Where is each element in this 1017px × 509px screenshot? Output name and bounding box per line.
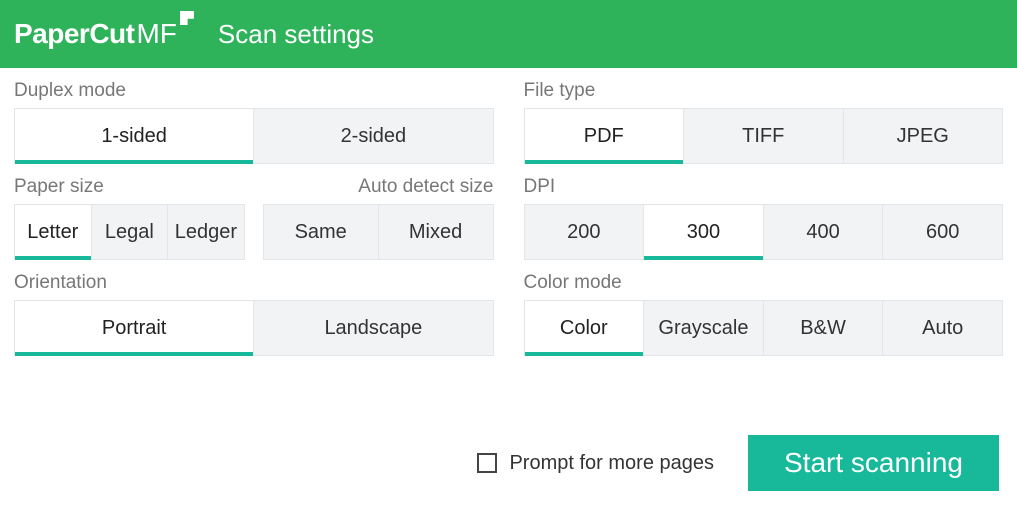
orientation-option-landscape[interactable]: Landscape xyxy=(254,300,493,356)
left-column: Duplex mode 1-sided 2-sided Paper size A… xyxy=(14,80,494,356)
papersize-label: Paper size xyxy=(14,176,104,198)
duplex-option-1sided[interactable]: 1-sided xyxy=(14,108,254,164)
filetype-option-pdf[interactable]: PDF xyxy=(524,108,685,164)
colormode-option-color[interactable]: Color xyxy=(524,300,645,356)
papersize-option-letter[interactable]: Letter xyxy=(14,204,92,260)
dpi-label: DPI xyxy=(524,176,556,198)
settings-content: Duplex mode 1-sided 2-sided Paper size A… xyxy=(0,68,1017,356)
logo-text-mf: MF xyxy=(136,18,176,50)
colormode-options: Color Grayscale B&W Auto xyxy=(524,300,1004,356)
duplex-label: Duplex mode xyxy=(14,80,126,102)
dpi-options: 200 300 400 600 xyxy=(524,204,1004,260)
prompt-more-pages-label: Prompt for more pages xyxy=(509,452,714,475)
duplex-group: Duplex mode 1-sided 2-sided xyxy=(14,80,494,164)
autodetect-option-same[interactable]: Same xyxy=(263,204,379,260)
filetype-option-tiff[interactable]: TIFF xyxy=(684,108,844,164)
papersize-options: Letter Legal Ledger Same Mixed xyxy=(14,204,494,260)
logo-text-cut: Cut xyxy=(89,18,134,50)
dpi-option-300[interactable]: 300 xyxy=(644,204,764,260)
dpi-option-200[interactable]: 200 xyxy=(524,204,645,260)
dpi-option-400[interactable]: 400 xyxy=(764,204,884,260)
papersize-option-legal[interactable]: Legal xyxy=(92,204,169,260)
dpi-option-600[interactable]: 600 xyxy=(883,204,1003,260)
colormode-label: Color mode xyxy=(524,272,622,294)
filetype-label: File type xyxy=(524,80,596,102)
colormode-option-bw[interactable]: B&W xyxy=(764,300,884,356)
page-title: Scan settings xyxy=(218,19,374,50)
colormode-group: Color mode Color Grayscale B&W Auto xyxy=(524,272,1004,356)
app-header: PaperCutMF Scan settings xyxy=(0,0,1017,68)
filetype-options: PDF TIFF JPEG xyxy=(524,108,1004,164)
duplex-options: 1-sided 2-sided xyxy=(14,108,494,164)
papercut-mark-icon xyxy=(180,11,196,27)
footer: Prompt for more pages Start scanning xyxy=(477,435,999,491)
duplex-option-2sided[interactable]: 2-sided xyxy=(254,108,493,164)
dpi-group: DPI 200 300 400 600 xyxy=(524,176,1004,260)
autodetect-option-mixed[interactable]: Mixed xyxy=(379,204,494,260)
colormode-option-auto[interactable]: Auto xyxy=(883,300,1003,356)
filetype-group: File type PDF TIFF JPEG xyxy=(524,80,1004,164)
logo-text-paper: Paper xyxy=(14,18,89,50)
orientation-label: Orientation xyxy=(14,272,107,294)
prompt-more-pages-checkbox[interactable]: Prompt for more pages xyxy=(477,452,714,475)
orientation-options: Portrait Landscape xyxy=(14,300,494,356)
filetype-option-jpeg[interactable]: JPEG xyxy=(844,108,1004,164)
papersize-option-ledger[interactable]: Ledger xyxy=(168,204,245,260)
checkbox-icon xyxy=(477,453,497,473)
orientation-group: Orientation Portrait Landscape xyxy=(14,272,494,356)
orientation-option-portrait[interactable]: Portrait xyxy=(14,300,254,356)
right-column: File type PDF TIFF JPEG DPI 200 300 400 … xyxy=(524,80,1004,356)
autodetect-label: Auto detect size xyxy=(358,176,493,198)
colormode-option-grayscale[interactable]: Grayscale xyxy=(644,300,764,356)
papersize-group: Paper size Auto detect size Letter Legal… xyxy=(14,176,494,260)
start-scanning-button[interactable]: Start scanning xyxy=(748,435,999,491)
papercut-logo: PaperCutMF xyxy=(14,18,196,50)
